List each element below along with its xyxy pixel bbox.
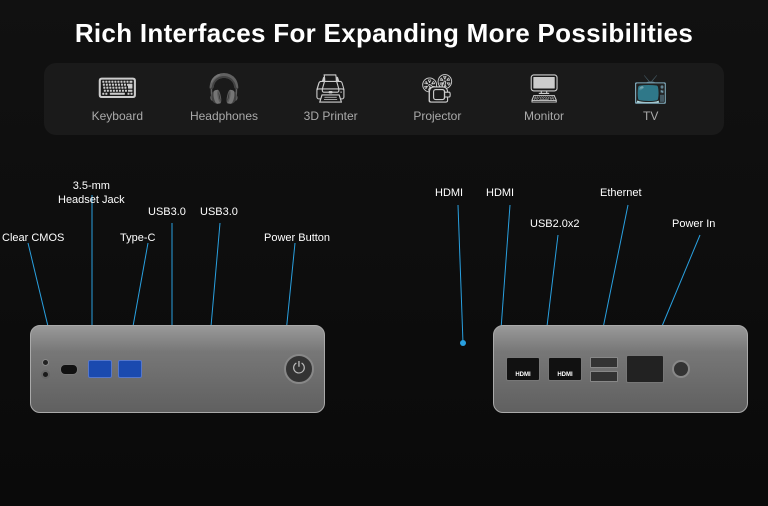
front-device: ⏻ [30, 325, 325, 413]
keyboard-label: Keyboard [92, 109, 143, 123]
tv-icon: 📺 [633, 75, 668, 103]
icon-item-monitor: 🖥 Monitor [491, 75, 598, 123]
icon-item-projector: 📽 Projector [384, 75, 491, 123]
headphones-label: Headphones [190, 109, 258, 123]
monitor-icon: 🖥 [526, 75, 562, 103]
monitor-label: Monitor [524, 109, 564, 123]
label-power-in: Power In [672, 218, 715, 230]
label-hdmi-2: HDMI [486, 187, 514, 199]
page-wrapper: Rich Interfaces For Expanding More Possi… [0, 0, 768, 506]
3dprinter-icon: 🖨 [313, 75, 349, 103]
projector-icon: 📽 [420, 75, 456, 103]
back-device: HDMI HDMI [493, 325, 748, 413]
label-usb30-right: USB3.0 [200, 205, 238, 219]
label-hdmi-1: HDMI [435, 187, 463, 199]
label-power-button: Power Button [264, 231, 330, 245]
icon-item-keyboard: ⌨ Keyboard [64, 75, 171, 123]
keyboard-icon: ⌨ [97, 75, 137, 103]
icon-item-3dprinter: 🖨 3D Printer [277, 75, 384, 123]
icon-item-headphones: 🎧 Headphones [171, 75, 278, 123]
3dprinter-label: 3D Printer [304, 109, 358, 123]
label-clear-cmos: Clear CMOS [2, 231, 64, 245]
icons-bar: ⌨ Keyboard 🎧 Headphones 🖨 3D Printer 📽 P… [44, 63, 724, 135]
label-headset-jack: 3.5-mmHeadset Jack [58, 179, 125, 208]
label-usb30-left: USB3.0 [148, 205, 186, 219]
label-ethernet: Ethernet [600, 187, 642, 199]
page-title: Rich Interfaces For Expanding More Possi… [0, 0, 768, 49]
icon-item-tv: 📺 TV [597, 75, 704, 123]
projector-label: Projector [413, 109, 461, 123]
label-usb2x2: USB2.0x2 [530, 218, 580, 230]
headphones-icon: 🎧 [207, 75, 242, 103]
tv-label: TV [643, 109, 658, 123]
label-type-c: Type-C [120, 231, 155, 245]
